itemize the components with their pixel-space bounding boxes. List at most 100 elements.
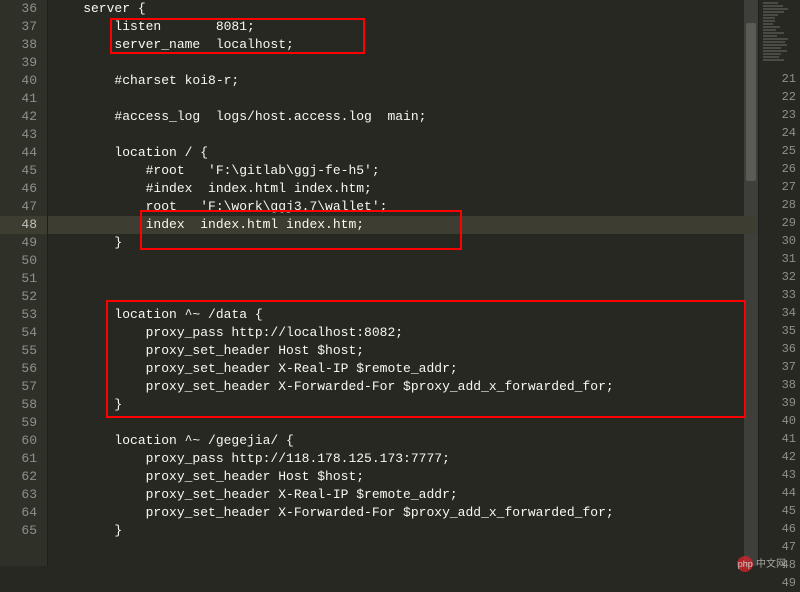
code-text: location ^~ /gegejia/ { [48, 432, 294, 450]
minimap-line [763, 8, 788, 10]
line-number: 57 [0, 378, 47, 396]
right-line-number: 35 [782, 322, 796, 340]
line-number: 62 [0, 468, 47, 486]
watermark-badge-icon: php [737, 556, 753, 572]
line-number: 54 [0, 324, 47, 342]
line-number: 56 [0, 360, 47, 378]
line-number: 52 [0, 288, 47, 306]
minimap-line [763, 35, 777, 37]
minimap-line [763, 2, 778, 4]
code-text: server { [48, 0, 146, 18]
watermark-text: 中文网 [756, 559, 786, 570]
code-area[interactable]: server { listen 8081; server_name localh… [48, 0, 758, 566]
right-line-number: 31 [782, 250, 796, 268]
line-number: 58 [0, 396, 47, 414]
right-line-number: 45 [782, 502, 796, 520]
line-number: 63 [0, 486, 47, 504]
code-line[interactable] [48, 90, 758, 108]
right-line-number: 34 [782, 304, 796, 322]
line-number: 48 [0, 216, 47, 234]
line-number: 61 [0, 450, 47, 468]
minimap-line [763, 47, 781, 49]
right-line-number: 30 [782, 232, 796, 250]
line-number: 37 [0, 18, 47, 36]
right-line-number: 38 [782, 376, 796, 394]
line-number: 53 [0, 306, 47, 324]
code-line[interactable]: server { [48, 0, 758, 18]
line-number: 47 [0, 198, 47, 216]
minimap-line [763, 38, 788, 40]
right-line-number: 44 [782, 484, 796, 502]
watermark: php 中文网 [737, 555, 786, 572]
minimap-line [763, 41, 785, 43]
code-line[interactable]: #index index.html index.htm; [48, 180, 758, 198]
code-line[interactable]: #charset koi8-r; [48, 72, 758, 90]
line-number: 39 [0, 54, 47, 72]
right-line-number: 42 [782, 448, 796, 466]
code-line[interactable]: location ^~ /gegejia/ { [48, 432, 758, 450]
minimap-line [763, 50, 787, 52]
code-line[interactable] [48, 54, 758, 72]
right-line-number: 37 [782, 358, 796, 376]
right-line-number: 49 [782, 574, 796, 592]
minimap-line [763, 23, 773, 25]
line-number: 60 [0, 432, 47, 450]
line-number-gutter: 3637383940414243444546474849505152535455… [0, 0, 48, 566]
right-line-number: 29 [782, 214, 796, 232]
right-line-number: 21 [782, 70, 796, 88]
line-number: 49 [0, 234, 47, 252]
code-line[interactable]: proxy_set_header X-Real-IP $remote_addr; [48, 486, 758, 504]
minimap-line [763, 32, 784, 34]
highlight-box [140, 210, 462, 250]
code-text: #index index.html index.htm; [48, 180, 372, 198]
right-line-number: 26 [782, 160, 796, 178]
code-line[interactable]: #access_log logs/host.access.log main; [48, 108, 758, 126]
code-line[interactable]: location / { [48, 144, 758, 162]
code-line[interactable]: proxy_pass http://118.178.125.173:7777; [48, 450, 758, 468]
line-number: 50 [0, 252, 47, 270]
right-line-number: 33 [782, 286, 796, 304]
line-number: 45 [0, 162, 47, 180]
code-line[interactable]: proxy_set_header X-Forwarded-For $proxy_… [48, 504, 758, 522]
minimap-line [763, 5, 783, 7]
right-line-number: 32 [782, 268, 796, 286]
right-line-number: 41 [782, 430, 796, 448]
code-text: proxy_set_header Host $host; [48, 468, 364, 486]
line-number: 41 [0, 90, 47, 108]
minimap-line [763, 44, 787, 46]
minimap-line [763, 14, 778, 16]
minimap-line [763, 29, 776, 31]
right-line-number: 36 [782, 340, 796, 358]
code-line[interactable]: #root 'F:\gitlab\ggj-fe-h5'; [48, 162, 758, 180]
code-line[interactable] [48, 252, 758, 270]
highlight-box [110, 18, 365, 54]
code-text: #charset koi8-r; [48, 72, 239, 90]
minimap-line [763, 53, 781, 55]
right-line-number: 23 [782, 106, 796, 124]
minimap[interactable] [763, 2, 796, 62]
code-text: #access_log logs/host.access.log main; [48, 108, 426, 126]
code-line[interactable] [48, 270, 758, 288]
minimap-line [763, 26, 780, 28]
minimap-line [763, 59, 784, 61]
line-number: 44 [0, 144, 47, 162]
line-number: 40 [0, 72, 47, 90]
right-line-number: 39 [782, 394, 796, 412]
code-lines-container: server { listen 8081; server_name localh… [48, 0, 758, 540]
right-line-number: 47 [782, 538, 796, 556]
line-number: 36 [0, 0, 47, 18]
right-line-number: 43 [782, 466, 796, 484]
minimap-line [763, 56, 779, 58]
code-line[interactable]: } [48, 522, 758, 540]
right-line-number: 24 [782, 124, 796, 142]
line-number: 46 [0, 180, 47, 198]
line-number: 55 [0, 342, 47, 360]
right-pane: 2122232425262728293031323334353637383940… [758, 0, 800, 566]
line-number: 43 [0, 126, 47, 144]
right-line-number-gutter: 2122232425262728293031323334353637383940… [782, 70, 796, 592]
code-text: proxy_pass http://118.178.125.173:7777; [48, 450, 450, 468]
code-line[interactable] [48, 126, 758, 144]
code-text: } [48, 234, 122, 252]
line-number: 65 [0, 522, 47, 540]
code-line[interactable]: proxy_set_header Host $host; [48, 468, 758, 486]
